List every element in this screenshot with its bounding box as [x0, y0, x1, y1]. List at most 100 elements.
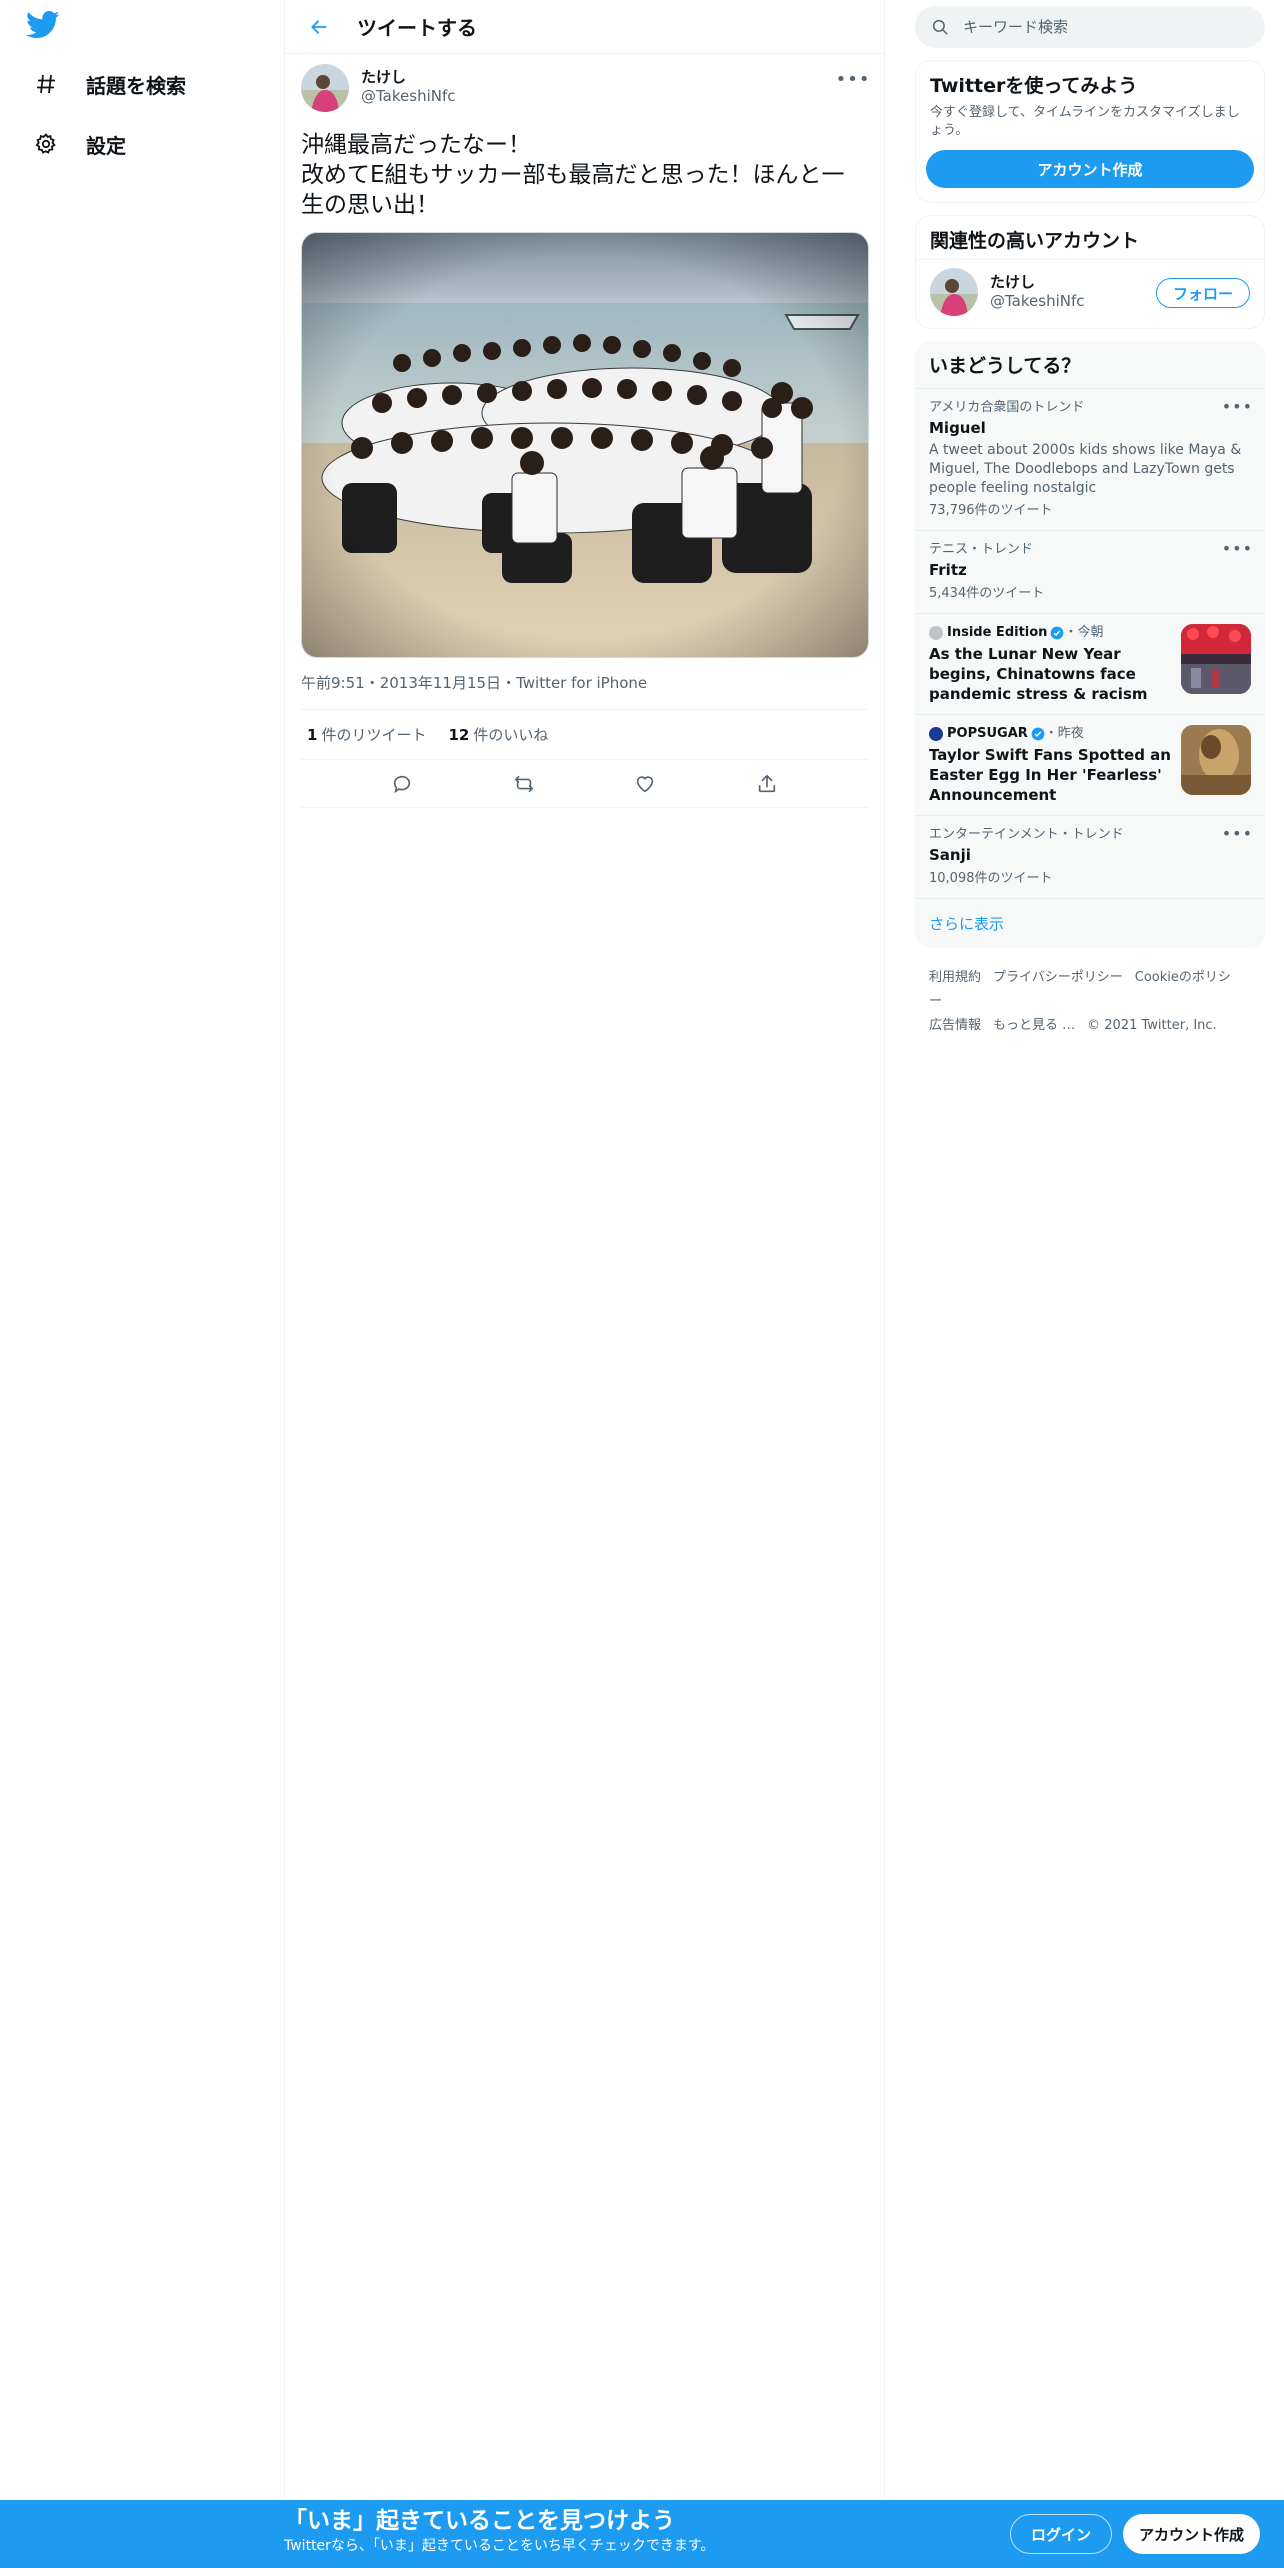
tweet-meta: 午前9:51・2013年11月15日・Twitter for iPhone: [301, 672, 868, 710]
bottom-banner: 「いま」起きていることを見つけよう Twitterなら、「いま」起きていることを…: [0, 2500, 1284, 2568]
tweet: たけし @TakeshiNfc ••• 沖縄最高だったなー！ 改めてE組もサッカ…: [285, 54, 884, 808]
tweet-text: 沖縄最高だったなー！ 改めてE組もサッカー部も最高だと思った！ほんと一 生の思い…: [301, 130, 868, 220]
source-logo-icon: [929, 727, 943, 741]
gear-icon: [30, 128, 62, 160]
footer-link[interactable]: 利用規約: [929, 970, 981, 985]
news-thumbnail: [1181, 725, 1251, 795]
retweet-count[interactable]: 1 件のリツイート: [307, 724, 426, 745]
back-button[interactable]: [299, 7, 339, 47]
trend-item[interactable]: アメリカ合衆国のトレンド Miguel A tweet about 2000s …: [915, 388, 1265, 530]
related-account-handle: @TakeshiNfc: [990, 292, 1085, 310]
nav-explore[interactable]: 話題を検索: [14, 56, 202, 112]
news-headline: Taylor Swift Fans Spotted an Easter Egg …: [929, 746, 1171, 804]
footer-link[interactable]: 広告情報: [929, 1018, 981, 1033]
news-thumbnail: [1181, 624, 1251, 694]
news-source-name: POPSUGAR: [947, 726, 1028, 741]
footer-copyright: © 2021 Twitter, Inc.: [1087, 1018, 1217, 1033]
news-time: ・昨夜: [1044, 726, 1084, 741]
verified-badge-icon: [1031, 727, 1045, 741]
avatar[interactable]: [930, 268, 978, 316]
tweet-date[interactable]: 2013年11月15日: [380, 674, 501, 692]
tweet-stats: 1 件のリツイート 12 件のいいね: [301, 710, 868, 760]
signup-button[interactable]: アカウント作成: [926, 150, 1254, 188]
like-count-number: 12: [448, 726, 470, 744]
tweet-source[interactable]: Twitter for iPhone: [516, 674, 647, 692]
page: 話題を検索 設定 ツイートする たけし @TakeshiNfc ••• 沖縄最高…: [0, 0, 1284, 2568]
trend-context: エンターテインメント・トレンド: [929, 827, 1124, 842]
footer-link[interactable]: プライバシーポリシー: [993, 970, 1123, 985]
tweet-text-line: 生の思い出！: [301, 192, 439, 218]
trend-title: Fritz: [929, 561, 967, 579]
more-icon[interactable]: •••: [1222, 824, 1253, 843]
main-header: ツイートする: [285, 0, 884, 54]
left-nav: 話題を検索 設定: [0, 0, 284, 2568]
trends-card: いまどうしてる？ アメリカ合衆国のトレンド Miguel A tweet abo…: [915, 341, 1265, 948]
search-input[interactable]: [963, 18, 1223, 36]
trend-item[interactable]: エンターテインメント・トレンド Sanji 10,098件のツイート •••: [915, 815, 1265, 898]
retweet-count-number: 1: [307, 726, 318, 744]
retweet-count-label: 件のリツイート: [321, 726, 427, 744]
reply-icon[interactable]: [383, 765, 421, 803]
nav-settings-label: 設定: [86, 133, 126, 158]
trend-context: アメリカ合衆国のトレンド: [929, 400, 1085, 415]
trend-description: A tweet about 2000s kids shows like Maya…: [929, 442, 1242, 496]
more-icon[interactable]: •••: [1222, 539, 1253, 558]
author-names: たけし @TakeshiNfc: [361, 68, 456, 106]
news-source: POPSUGAR ・昨夜: [929, 725, 1171, 743]
trend-context: テニス・トレンド: [929, 542, 1034, 557]
related-accounts-title: 関連性の高いアカウント: [930, 230, 1140, 252]
news-item[interactable]: POPSUGAR ・昨夜 Taylor Swift Fans Spotted a…: [915, 714, 1265, 815]
trend-title: Miguel: [929, 419, 986, 437]
heart-icon[interactable]: [626, 765, 664, 803]
follow-button[interactable]: フォロー: [1155, 278, 1250, 308]
trend-item[interactable]: テニス・トレンド Fritz 5,434件のツイート •••: [915, 530, 1265, 613]
tweet-time[interactable]: 午前9:51: [301, 674, 365, 692]
banner-title: 「いま」起きていることを見つけよう: [284, 2508, 675, 2534]
trends-title: いまどうしてる？: [929, 355, 1081, 377]
retweet-icon[interactable]: [505, 765, 543, 803]
tweet-text-line: 改めてE組もサッカー部も最高だと思った！ほんと一: [301, 162, 845, 188]
tweet-actions: [301, 760, 868, 808]
source-logo-icon: [929, 626, 943, 640]
trend-title: Sanji: [929, 846, 971, 864]
trend-count: 10,098件のツイート: [929, 871, 1053, 886]
footer-link[interactable]: もっと見る …: [993, 1018, 1075, 1033]
hashtag-icon: [30, 68, 62, 100]
related-account-names: たけし @TakeshiNfc: [990, 273, 1085, 311]
login-button[interactable]: ログイン: [1009, 2514, 1112, 2554]
trend-count: 5,434件のツイート: [929, 586, 1045, 601]
author-name[interactable]: たけし: [361, 68, 456, 86]
author-handle[interactable]: @TakeshiNfc: [361, 86, 456, 106]
tweet-photo[interactable]: [301, 232, 869, 658]
main-column: ツイートする たけし @TakeshiNfc ••• 沖縄最高だったなー！ 改め…: [284, 0, 885, 2500]
search-box[interactable]: [915, 6, 1265, 48]
footer-links: 利用規約 プライバシーポリシー Cookieのポリシー 広告情報 もっと見る … © 2…: [915, 966, 1265, 1038]
nav-settings[interactable]: 設定: [14, 116, 142, 172]
news-item[interactable]: Inside Edition ・今朝 As the Lunar New Year…: [915, 613, 1265, 714]
trend-count: 73,796件のツイート: [929, 503, 1053, 518]
meta-separator: ・: [501, 674, 517, 692]
twitter-bird-icon[interactable]: [26, 10, 66, 46]
show-more-link[interactable]: さらに表示: [915, 898, 1265, 948]
like-count-label: 件のいいね: [473, 726, 549, 744]
signup-card-title: Twitterを使ってみよう: [930, 75, 1138, 97]
page-title: ツイートする: [357, 16, 477, 40]
nav-explore-label: 話題を検索: [86, 73, 186, 98]
news-text: POPSUGAR ・昨夜 Taylor Swift Fans Spotted a…: [929, 725, 1181, 805]
more-icon[interactable]: •••: [1222, 397, 1253, 416]
share-icon[interactable]: [748, 765, 786, 803]
verified-badge-icon: [1051, 626, 1064, 640]
news-source: Inside Edition ・今朝: [929, 624, 1171, 642]
like-count[interactable]: 12 件のいいね: [448, 724, 548, 745]
related-account-row[interactable]: たけし @TakeshiNfc フォロー: [916, 259, 1264, 328]
related-accounts-card: 関連性の高いアカウント たけし @TakeshiNfc フォロー: [915, 215, 1265, 329]
news-time: ・今朝: [1064, 625, 1104, 640]
right-sidebar: Twitterを使ってみよう 今すぐ登録して、タイムラインをカスタマイズしましょ…: [915, 0, 1265, 1038]
related-account-name: たけし: [990, 273, 1036, 291]
banner-signup-button[interactable]: アカウント作成: [1122, 2514, 1260, 2554]
more-icon[interactable]: •••: [836, 64, 870, 94]
signup-card-desc: 今すぐ登録して、タイムラインをカスタマイズしましょう。: [930, 105, 1240, 138]
tweet-author: たけし @TakeshiNfc •••: [301, 64, 870, 116]
news-source-name: Inside Edition: [947, 625, 1048, 640]
avatar[interactable]: [301, 64, 349, 112]
